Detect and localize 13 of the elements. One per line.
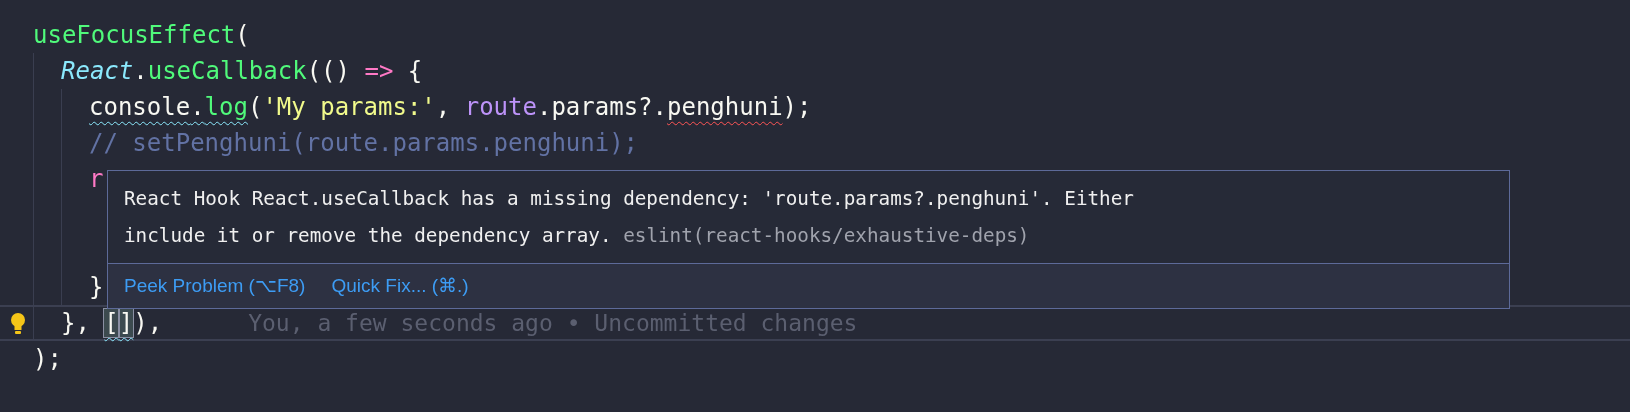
code-line: }, []), — [61, 308, 163, 339]
code-line: React.useCallback(() => { — [61, 56, 423, 87]
code-line: } — [89, 272, 104, 303]
lightbulb-icon[interactable] — [10, 312, 26, 336]
code-line: useFocusEffect( — [33, 20, 250, 51]
problem-message: React Hook React.useCallback has a missing dependency: 'route.params?.penghuni'. Either include it or remove the dependency array. eslint(react-hooks/exhaustive-deps) — [123, 186, 1135, 249]
blame-annotation: You, a few seconds ago • Uncommitted changes — [248, 308, 858, 338]
code-line: // setPenghuni(route.params.penghuni); — [89, 128, 639, 159]
peek-problem-link[interactable]: Peek Problem (⌥F8) — [124, 271, 306, 301]
code-line: console.log('My params:', route.params?.penghuni); — [89, 92, 812, 123]
code-line: r — [89, 164, 104, 195]
code-line: ); — [33, 344, 62, 375]
quick-fix-link[interactable]: Quick Fix... (⌘.) — [331, 271, 469, 301]
